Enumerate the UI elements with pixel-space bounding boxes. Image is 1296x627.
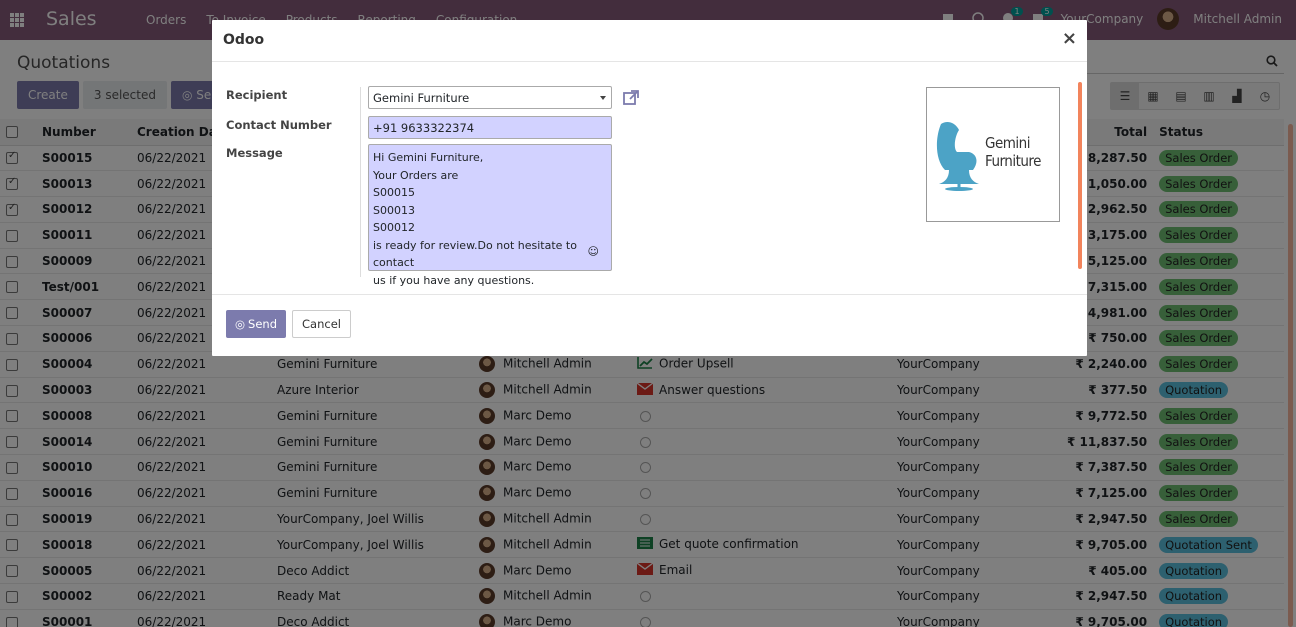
send-label: Send <box>248 317 278 331</box>
dialog-footer: ◎ Send Cancel <box>212 294 1087 356</box>
message-line: Your Orders are <box>373 168 459 182</box>
message-line: is ready for review.Do not hesitate to c… <box>373 238 577 270</box>
message-line: S00012 <box>373 221 415 234</box>
dialog-scrollbar[interactable] <box>1078 82 1082 269</box>
message-line: S00013 <box>373 203 415 217</box>
close-icon[interactable]: × <box>1062 28 1077 49</box>
send-whatsapp-dialog: Odoo × Recipient Contact Number Message … <box>212 20 1087 356</box>
contact-number-field[interactable]: +91 9633322374 <box>368 116 612 139</box>
contact-number-label: Contact Number <box>226 118 332 132</box>
logo-line: Gemini <box>985 134 1030 152</box>
dialog-body: Recipient Contact Number Message Gemini … <box>212 63 1087 294</box>
egg-chair-icon <box>936 122 979 191</box>
logo-wordmark: Gemini Furniture <box>985 134 1041 170</box>
message-line: S00015 <box>373 186 415 199</box>
dialog-header: Odoo × <box>212 20 1087 62</box>
field-divider <box>360 87 361 277</box>
message-label: Message <box>226 146 283 160</box>
customer-logo: Gemini Furniture <box>926 87 1060 222</box>
cancel-button[interactable]: Cancel <box>292 310 351 338</box>
recipient-label: Recipient <box>226 88 288 102</box>
emoji-picker-icon[interactable]: ☺ <box>588 243 599 261</box>
message-line: us if you have any questions. <box>373 273 535 287</box>
logo-line: Furniture <box>985 152 1041 170</box>
whatsapp-icon: ◎ <box>235 317 246 331</box>
recipient-value: Gemini Furniture <box>373 91 470 105</box>
recipient-select[interactable]: Gemini Furniture <box>368 86 612 109</box>
external-link-icon[interactable] <box>622 89 640 110</box>
send-button[interactable]: ◎ Send <box>226 310 287 338</box>
chevron-down-icon[interactable] <box>600 96 606 100</box>
dialog-title: Odoo <box>223 32 265 48</box>
message-line: Hi Gemini Furniture, <box>373 151 484 164</box>
message-textarea[interactable]: Hi Gemini Furniture, Your Orders are S00… <box>368 144 612 287</box>
